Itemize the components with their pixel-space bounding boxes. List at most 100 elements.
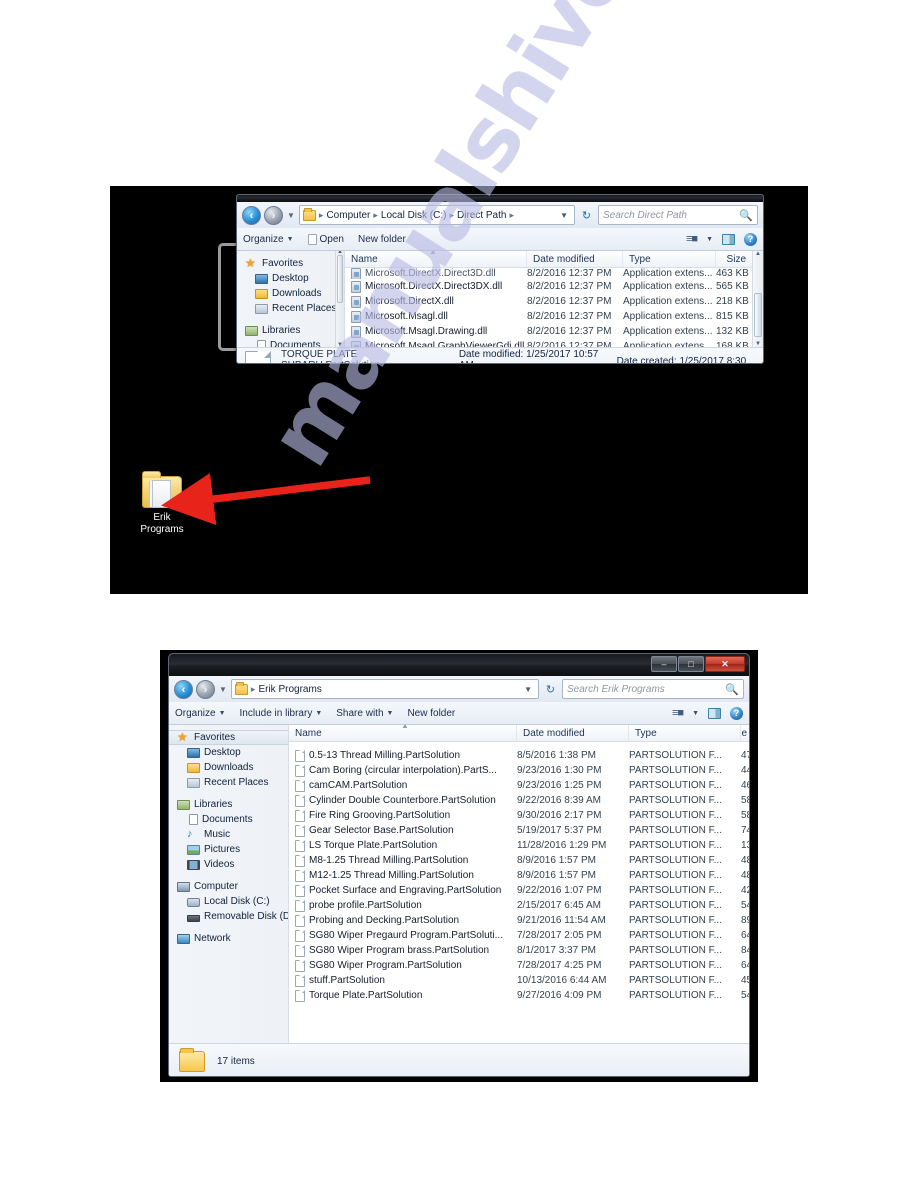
new-folder-button[interactable]: New folder	[407, 708, 455, 719]
navigation-pane[interactable]: ★ Favorites Desktop Downloads Recent Pla…	[169, 725, 289, 1043]
refresh-icon[interactable]: ↻	[542, 681, 559, 698]
new-folder-button[interactable]: New folder	[358, 234, 406, 245]
table-row[interactable]: stuff.PartSolution 10/13/2016 6:44 AM PART…	[289, 973, 749, 988]
breadcrumb-local-disk[interactable]: Local Disk (C:)	[381, 210, 447, 221]
scroll-thumb[interactable]	[337, 255, 343, 303]
nav-header-favorites[interactable]: ★ Favorites	[237, 256, 344, 271]
chevron-down-icon[interactable]: ▼	[692, 710, 699, 717]
column-header-type[interactable]: Type	[623, 251, 716, 267]
table-row[interactable]: Microsoft.Msagl.dll 8/2/2016 12:37 PM Appl…	[345, 309, 763, 324]
nav-item-documents[interactable]: Documents	[169, 812, 288, 827]
table-row[interactable]: probe profile.PartSolution 2/15/2017 6:45…	[289, 898, 749, 913]
table-row[interactable]: Microsoft.Msagl.GraphViewerGdi.dll 8/2/20…	[345, 339, 763, 347]
nav-header-libraries[interactable]: Libraries	[237, 323, 344, 338]
nav-item-desktop[interactable]: Desktop	[237, 271, 344, 286]
window-title-bar[interactable]	[237, 195, 763, 202]
forward-button[interactable]: ›	[264, 205, 283, 225]
table-row[interactable]: Probing and Decking.PartSolution 9/21/201…	[289, 913, 749, 928]
nav-item-downloads[interactable]: Downloads	[169, 760, 288, 775]
views-icon[interactable]: ≡■	[672, 707, 684, 719]
file-list-scrollbar[interactable]: ▲ ▼	[752, 251, 763, 347]
table-row[interactable]: camCAM.PartSolution 9/23/2016 1:25 PM PART…	[289, 778, 749, 793]
table-row[interactable]: Microsoft.DirectX.Direct3DX.dll 8/2/2016 …	[345, 279, 763, 294]
back-button[interactable]: ‹	[242, 205, 261, 225]
table-row[interactable]: Pocket Surface and Engraving.PartSolutio…	[289, 883, 749, 898]
table-row[interactable]: SG80 Wiper Pregaurd Program.PartSoluti..…	[289, 928, 749, 943]
breadcrumb-direct-path[interactable]: Direct Path	[457, 210, 506, 221]
minimize-button[interactable]: –	[651, 656, 677, 672]
nav-item-recent-places[interactable]: Recent Places	[237, 301, 344, 316]
window-title-bar[interactable]: – □ ✕	[169, 654, 749, 676]
nav-pane-scrollbar[interactable]: ▲ ▼	[335, 251, 344, 347]
nav-header-favorites[interactable]: ★ Favorites	[169, 730, 288, 745]
scroll-down-icon[interactable]: ▼	[336, 342, 344, 347]
preview-pane-icon[interactable]	[722, 233, 735, 245]
chevron-down-icon[interactable]: ▼	[706, 236, 713, 243]
scroll-thumb[interactable]	[754, 293, 762, 337]
table-row[interactable]: SG80 Wiper Program brass.PartSolution 8/1…	[289, 943, 749, 958]
search-box[interactable]: Search Erik Programs 🔍	[562, 679, 744, 699]
nav-item-pictures[interactable]: Pictures	[169, 842, 288, 857]
views-icon[interactable]: ≡■	[686, 233, 698, 245]
scroll-up-icon[interactable]: ▲	[753, 251, 763, 257]
nav-item-removable-disk[interactable]: Removable Disk (D:)	[169, 909, 288, 924]
column-header-type[interactable]: Type	[629, 725, 741, 741]
column-header-size[interactable]: Size	[741, 725, 749, 741]
explorer-window-erik-programs[interactable]: – □ ✕ ‹ › ▼ ▸ Erik Programs ▼ ↻ Search E…	[168, 653, 750, 1077]
address-dropdown-icon[interactable]: ▼	[524, 685, 535, 694]
breadcrumb-erik-programs[interactable]: Erik Programs	[258, 684, 321, 695]
organize-button[interactable]: Organize ▼	[243, 234, 294, 245]
table-row[interactable]: Cylinder Double Counterbore.PartSolution…	[289, 793, 749, 808]
column-header-name[interactable]: Name ▲	[345, 251, 527, 267]
table-row[interactable]: Torque Plate.PartSolution 9/27/2016 4:09 …	[289, 988, 749, 1003]
forward-button[interactable]: ›	[196, 679, 215, 699]
column-header-date[interactable]: Date modified	[517, 725, 629, 741]
table-row[interactable]: Microsoft.DirectX.dll 8/2/2016 12:37 PM Ap…	[345, 294, 763, 309]
file-date-cell: 8/1/2017 3:37 PM	[517, 945, 596, 956]
nav-item-local-disk[interactable]: Local Disk (C:)	[169, 894, 288, 909]
help-icon[interactable]: ?	[730, 706, 743, 720]
column-header-name[interactable]: Name ▲	[289, 725, 517, 741]
recent-pages-caret-icon[interactable]: ▼	[287, 211, 295, 220]
desktop-icon-erik-programs[interactable]: Erik Programs	[127, 471, 197, 536]
close-button[interactable]: ✕	[705, 656, 745, 672]
explorer-window-direct-path[interactable]: ‹ › ▼ ▸ Computer ▸ Local Disk (C:) ▸ Dir…	[236, 194, 764, 364]
address-dropdown-icon[interactable]: ▼	[560, 211, 571, 220]
open-button[interactable]: Open	[307, 233, 344, 245]
include-in-library-button[interactable]: Include in library ▼	[240, 708, 323, 719]
nav-item-videos[interactable]: Videos	[169, 857, 288, 872]
search-box[interactable]: Search Direct Path 🔍	[598, 205, 758, 225]
navigation-pane[interactable]: ★ Favorites Desktop Downloads Recent Pla…	[237, 251, 345, 347]
back-button[interactable]: ‹	[174, 679, 193, 699]
nav-item-downloads[interactable]: Downloads	[237, 286, 344, 301]
recent-pages-caret-icon[interactable]: ▼	[219, 685, 227, 694]
organize-button[interactable]: Organize ▼	[175, 708, 226, 719]
table-row[interactable]: LS Torque Plate.PartSolution 11/28/2016 1…	[289, 838, 749, 853]
maximize-button[interactable]: □	[678, 656, 704, 672]
address-breadcrumb-bar[interactable]: ▸ Erik Programs ▼	[230, 679, 539, 699]
address-breadcrumb-bar[interactable]: ▸ Computer ▸ Local Disk (C:) ▸ Direct Pa…	[298, 205, 575, 225]
nav-item-desktop[interactable]: Desktop	[169, 745, 288, 760]
share-with-button[interactable]: Share with ▼	[336, 708, 393, 719]
table-row[interactable]: 0.5-13 Thread Milling.PartSolution 8/5/20…	[289, 748, 749, 763]
column-header-date[interactable]: Date modified	[527, 251, 623, 267]
nav-item-recent-places[interactable]: Recent Places	[169, 775, 288, 790]
table-row[interactable]: Cam Boring (circular interpolation).Part…	[289, 763, 749, 778]
nav-header-network[interactable]: Network	[169, 931, 288, 946]
scroll-down-icon[interactable]: ▼	[753, 341, 763, 347]
table-row[interactable]: M12-1.25 Thread Milling.PartSolution 8/9/…	[289, 868, 749, 883]
preview-pane-icon[interactable]	[708, 707, 721, 719]
nav-header-libraries[interactable]: Libraries	[169, 797, 288, 812]
refresh-icon[interactable]: ↻	[578, 207, 595, 224]
table-row[interactable]: SG80 Wiper Program.PartSolution 7/28/2017…	[289, 958, 749, 973]
table-row[interactable]: Gear Selector Base.PartSolution 5/19/2017…	[289, 823, 749, 838]
table-row[interactable]: Microsoft.Msagl.Drawing.dll 8/2/2016 12:3…	[345, 324, 763, 339]
nav-item-music[interactable]: ♪ Music	[169, 827, 288, 842]
table-row[interactable]: M8-1.25 Thread Milling.PartSolution 8/9/2…	[289, 853, 749, 868]
table-row[interactable]: Fire Ring Grooving.PartSolution 9/30/2016…	[289, 808, 749, 823]
breadcrumb-computer[interactable]: Computer	[326, 210, 370, 221]
table-row[interactable]: Microsoft.DirectX.Direct3D.dll 8/2/2016 1…	[345, 268, 763, 279]
nav-item-documents[interactable]: Documents	[237, 338, 344, 347]
nav-header-computer[interactable]: Computer	[169, 879, 288, 894]
help-icon[interactable]: ?	[744, 232, 757, 246]
